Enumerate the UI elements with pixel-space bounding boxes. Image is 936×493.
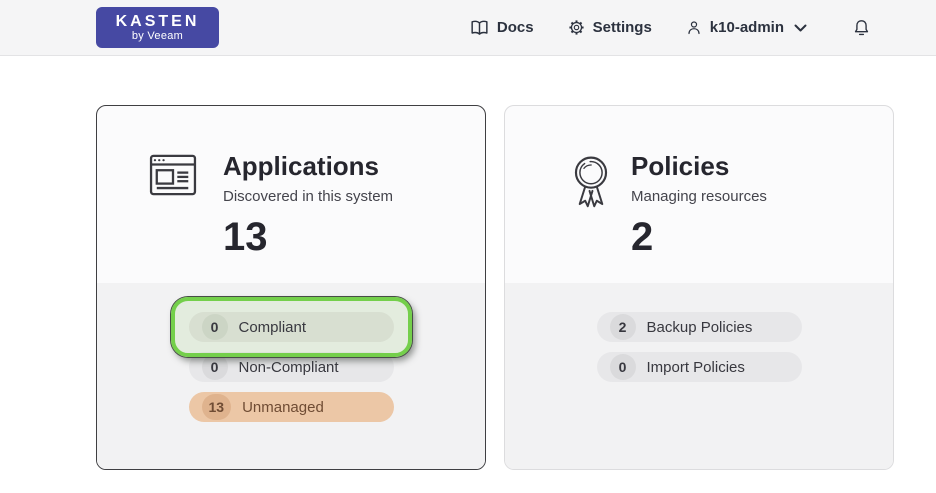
annotation-highlight-box: 0 Compliant [171, 297, 412, 357]
logo-title: KASTEN [116, 13, 200, 30]
user-label: k10-admin [710, 19, 784, 36]
non-compliant-count-badge: 0 [202, 354, 228, 380]
policies-card[interactable]: Policies Managing resources 2 2 Backup P… [504, 105, 894, 470]
notifications-button[interactable] [853, 18, 870, 38]
award-icon [571, 154, 611, 209]
backup-policies-count-badge: 2 [610, 314, 636, 340]
unmanaged-pill[interactable]: 13 Unmanaged [189, 392, 394, 422]
settings-label: Settings [593, 19, 652, 36]
policies-subtitle: Managing resources [631, 188, 767, 205]
import-policies-pill[interactable]: 0 Import Policies [597, 352, 802, 382]
applications-card-text: Applications Discovered in this system 1… [223, 151, 393, 283]
compliant-pill[interactable]: 0 Compliant [189, 312, 394, 342]
unmanaged-label: Unmanaged [242, 399, 324, 416]
import-policies-count-badge: 0 [610, 354, 636, 380]
policies-title: Policies [631, 151, 767, 181]
applications-card-header: Applications Discovered in this system 1… [97, 106, 485, 283]
logo-subtitle: by Veeam [132, 30, 183, 43]
navbar-menu: Docs Settings [470, 18, 870, 38]
backup-policies-pill[interactable]: 2 Backup Policies [597, 312, 802, 342]
compliant-count-badge: 0 [202, 314, 228, 340]
book-icon [470, 19, 489, 37]
dashboard: Applications Discovered in this system 1… [0, 56, 936, 470]
non-compliant-label: Non-Compliant [239, 359, 339, 376]
policies-card-text: Policies Managing resources 2 [631, 151, 767, 283]
policies-pill-list: 2 Backup Policies 0 Import Policies [505, 283, 893, 469]
applications-pill-list: 0 Compliant 0 Non-Compliant 13 Unmanaged [97, 283, 485, 469]
policies-icon-column [557, 151, 631, 283]
applications-card[interactable]: Applications Discovered in this system 1… [96, 105, 486, 470]
applications-count: 13 [223, 216, 393, 258]
policies-card-header: Policies Managing resources 2 [505, 106, 893, 283]
docs-link[interactable]: Docs [470, 19, 534, 37]
top-navbar: KASTEN by Veeam Docs [0, 0, 936, 56]
policies-count: 2 [631, 216, 767, 258]
backup-policies-label: Backup Policies [647, 319, 753, 336]
user-menu[interactable]: k10-admin [686, 19, 807, 36]
applications-subtitle: Discovered in this system [223, 188, 393, 205]
user-icon [686, 19, 702, 36]
gear-icon [568, 19, 585, 36]
bell-icon [853, 18, 870, 38]
chevron-down-icon [794, 24, 807, 32]
settings-link[interactable]: Settings [568, 19, 652, 36]
import-policies-label: Import Policies [647, 359, 745, 376]
unmanaged-count-badge: 13 [202, 394, 232, 420]
app-window-icon [149, 154, 197, 196]
docs-label: Docs [497, 19, 534, 36]
applications-icon-column [149, 151, 223, 283]
applications-title: Applications [223, 151, 393, 181]
compliant-label: Compliant [239, 319, 307, 336]
kasten-logo[interactable]: KASTEN by Veeam [96, 7, 219, 48]
